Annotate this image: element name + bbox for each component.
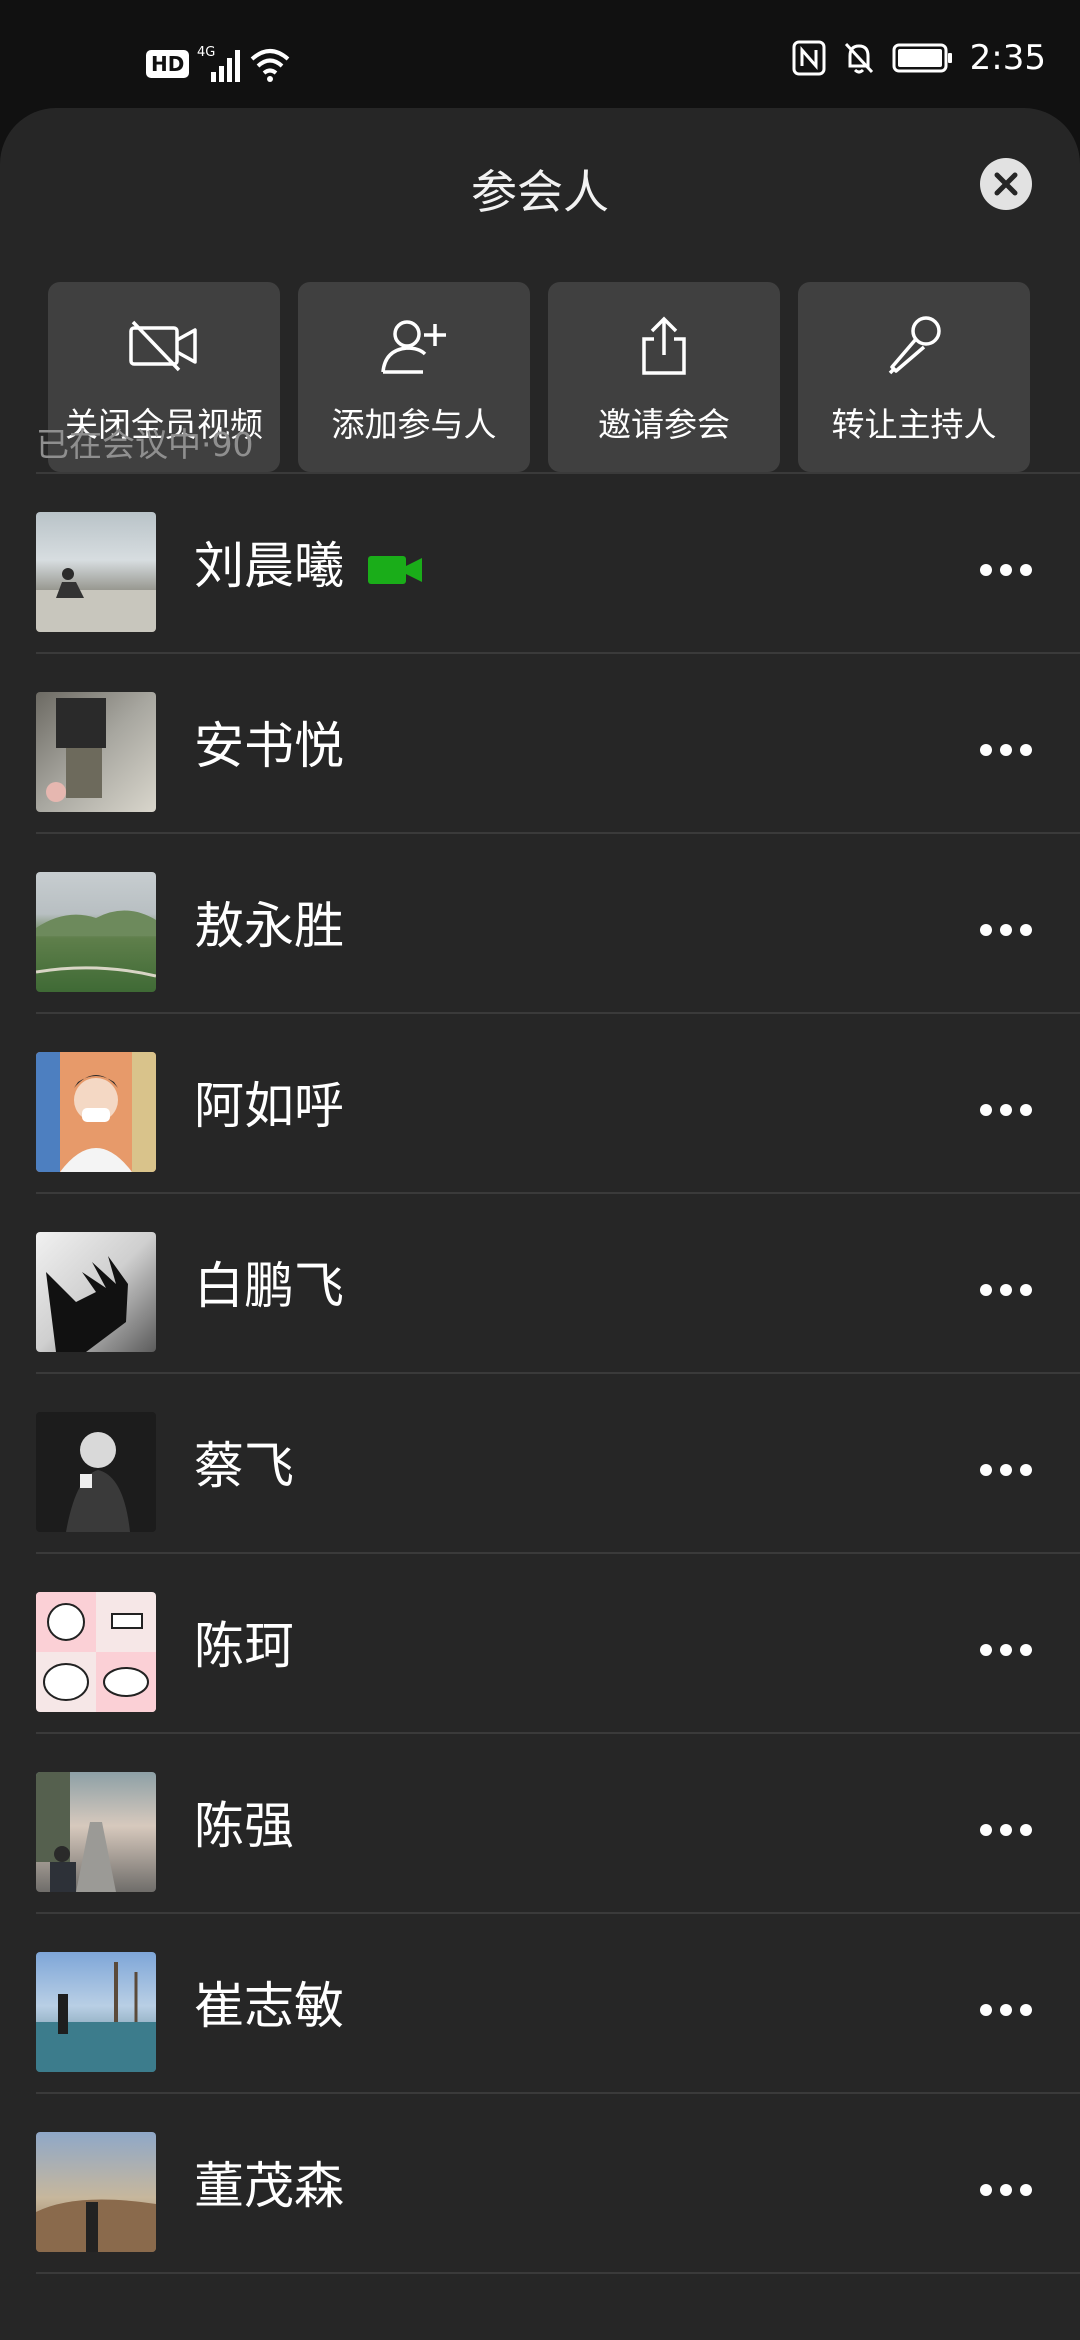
avatar bbox=[36, 1592, 156, 1712]
avatar bbox=[36, 1952, 156, 2072]
avatar bbox=[36, 872, 156, 992]
close-icon bbox=[994, 172, 1018, 196]
participant-name: 董茂森 bbox=[194, 2157, 344, 2215]
nfc-icon bbox=[792, 40, 826, 76]
participant-row[interactable]: 蔡飞 bbox=[0, 1374, 1080, 1554]
avatar bbox=[36, 1232, 156, 1352]
status-left: HD 4G bbox=[146, 44, 291, 84]
more-options-button[interactable] bbox=[980, 564, 1032, 576]
more-options-button[interactable] bbox=[980, 2184, 1032, 2196]
participant-name: 蔡飞 bbox=[194, 1437, 294, 1495]
participant-row[interactable]: 阿如呼 bbox=[0, 1014, 1080, 1194]
participant-row[interactable]: 董茂森 bbox=[0, 2094, 1080, 2274]
avatar bbox=[36, 512, 156, 632]
video-on-icon bbox=[368, 556, 422, 584]
avatar bbox=[36, 2132, 156, 2252]
action-label: 邀请参会 bbox=[598, 405, 730, 444]
bell-off-icon bbox=[844, 42, 873, 74]
participant-name: 陈强 bbox=[194, 1797, 294, 1855]
signal-icon: 4G bbox=[197, 45, 241, 82]
participant-name: 阿如呼 bbox=[194, 1077, 344, 1135]
microphone-icon bbox=[888, 316, 941, 375]
wifi-icon bbox=[251, 49, 290, 82]
action-label: 转让主持人 bbox=[831, 405, 997, 444]
divider bbox=[36, 2272, 1080, 2274]
avatar bbox=[36, 692, 156, 812]
add-person-icon bbox=[381, 320, 446, 374]
participant-name: 陈珂 bbox=[194, 1617, 294, 1675]
action-label: 添加参与人 bbox=[331, 405, 497, 444]
invite-button[interactable]: 邀请参会 bbox=[548, 282, 780, 472]
more-options-button[interactable] bbox=[980, 1824, 1032, 1836]
transfer-host-button[interactable]: 转让主持人 bbox=[798, 282, 1030, 472]
avatar bbox=[36, 1772, 156, 1892]
in-meeting-count: 已在会议中·90 bbox=[36, 425, 254, 464]
participant-row[interactable]: 敖永胜 bbox=[0, 834, 1080, 1014]
participant-row[interactable]: 陈强 bbox=[0, 1734, 1080, 1914]
video-off-icon bbox=[129, 320, 197, 372]
more-options-button[interactable] bbox=[980, 1104, 1032, 1116]
more-options-button[interactable] bbox=[980, 1464, 1032, 1476]
participant-row[interactable]: 白鹏飞 bbox=[0, 1194, 1080, 1374]
hd-badge: HD bbox=[146, 50, 190, 78]
battery-icon bbox=[892, 43, 952, 73]
participant-row[interactable]: 崔志敏 bbox=[0, 1914, 1080, 2094]
participant-name: 安书悦 bbox=[194, 717, 344, 775]
participant-list: 刘晨曦 安书悦 敖永胜 阿如呼 白鹏飞 蔡飞 陈珂 陈强 崔志敏 董茂森 bbox=[0, 474, 1080, 2274]
more-options-button[interactable] bbox=[980, 744, 1032, 756]
page-title: 参会人 bbox=[471, 165, 609, 219]
clock: 2:35 bbox=[969, 38, 1046, 78]
participant-name: 白鹏飞 bbox=[194, 1257, 344, 1315]
participant-name: 刘晨曦 bbox=[194, 537, 344, 595]
more-options-button[interactable] bbox=[980, 2004, 1032, 2016]
participant-row[interactable]: 安书悦 bbox=[0, 654, 1080, 834]
avatar bbox=[36, 1412, 156, 1532]
close-button[interactable] bbox=[980, 158, 1032, 210]
status-right: 2:35 bbox=[792, 38, 1046, 78]
participant-name: 崔志敏 bbox=[194, 1977, 344, 2035]
participant-row[interactable]: 陈珂 bbox=[0, 1554, 1080, 1734]
status-bar: HD 4G 2:35 bbox=[0, 0, 1080, 108]
participant-name: 敖永胜 bbox=[194, 897, 344, 955]
network-label: 4G bbox=[197, 45, 215, 60]
add-participant-button[interactable]: 添加参与人 bbox=[298, 282, 530, 472]
avatar bbox=[36, 1052, 156, 1172]
more-options-button[interactable] bbox=[980, 1284, 1032, 1296]
share-icon bbox=[642, 316, 686, 375]
more-options-button[interactable] bbox=[980, 924, 1032, 936]
participant-row[interactable]: 刘晨曦 bbox=[0, 474, 1080, 654]
more-options-button[interactable] bbox=[980, 1644, 1032, 1656]
